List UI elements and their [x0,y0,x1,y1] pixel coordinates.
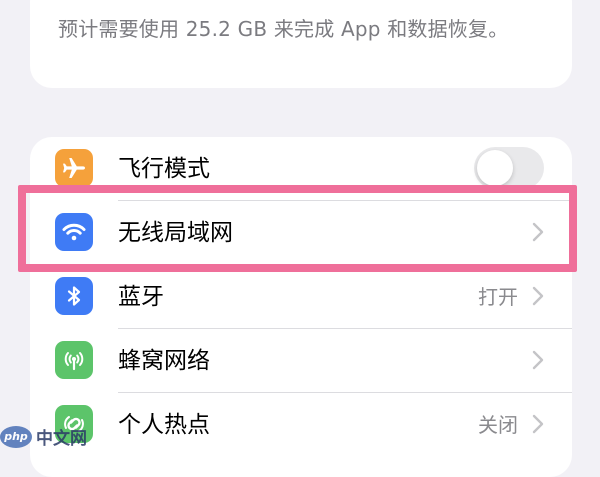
wifi-icon [55,213,93,251]
settings-row-bluetooth[interactable]: 蓝牙 打开 [30,265,572,328]
personal-hotspot-status: 关闭 [478,413,518,437]
settings-row-wifi[interactable]: 无线局域网 [30,201,572,264]
bluetooth-icon [55,277,93,315]
settings-row-cellular[interactable]: 蜂窝网络 [30,329,572,392]
watermark-text: 中文网 [36,429,87,449]
bluetooth-label: 蓝牙 [118,284,164,310]
cellular-icon [55,341,93,379]
chevron-right-icon [532,222,544,242]
bluetooth-status: 打开 [478,285,518,309]
settings-row-airplane-mode[interactable]: 飞行模式 [30,137,572,200]
restore-info-text: 预计需要使用 25.2 GB 来完成 App 和数据恢复。 [58,17,509,41]
airplane-mode-label: 飞行模式 [118,156,210,182]
chevron-right-icon [532,414,544,434]
airplane-icon [55,149,93,187]
watermark-logo: php [0,425,32,448]
wifi-label: 无线局域网 [118,220,233,246]
settings-row-personal-hotspot[interactable]: 个人热点 关闭 [30,393,572,456]
cellular-label: 蜂窝网络 [118,348,210,374]
airplane-mode-toggle[interactable] [474,147,544,189]
toggle-knob [477,150,513,186]
chevron-right-icon [532,350,544,370]
watermark: php 中文网 [0,424,87,449]
settings-group: 飞行模式 无线局域网 蓝牙 打开 蜂窝网络 个人热点 关闭 [30,137,572,477]
chevron-right-icon [532,286,544,306]
personal-hotspot-label: 个人热点 [118,412,210,438]
